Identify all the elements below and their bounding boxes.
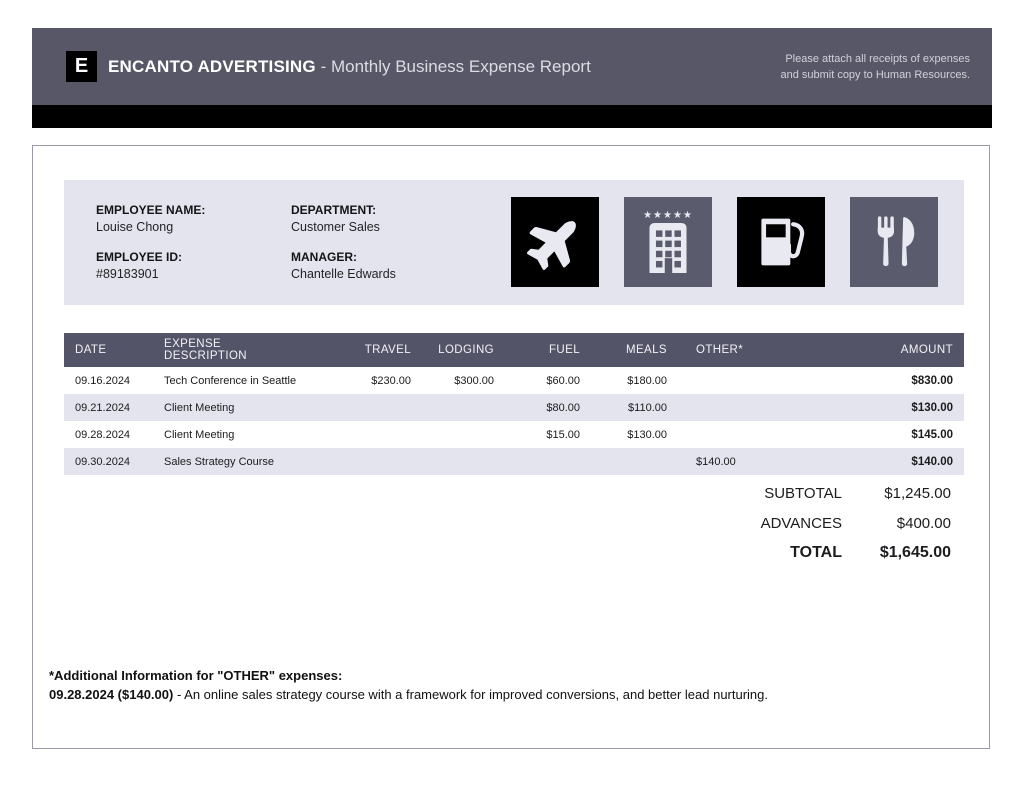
employee-id-value: #89183901 (96, 266, 291, 283)
department-value: Customer Sales (291, 219, 396, 236)
cell-description: Client Meeting (164, 429, 294, 441)
expense-category-icons: ★★★★★ (511, 197, 938, 287)
table-row: 09.16.2024 Tech Conference in Seattle $2… (64, 367, 964, 394)
table-row: 09.28.2024 Client Meeting $15.00 $130.00… (64, 421, 964, 448)
total-label: TOTAL (790, 544, 842, 562)
col-header-lodging: LODGING (411, 344, 494, 356)
col-header-description: EXPENSE DESCRIPTION (164, 338, 294, 362)
header-banner: E ENCANTO ADVERTISING - Monthly Business… (32, 28, 992, 105)
cell-description: Sales Strategy Course (164, 456, 294, 468)
cell-fuel: $80.00 (494, 402, 580, 414)
expense-table: DATE EXPENSE DESCRIPTION TRAVEL LODGING … (64, 333, 964, 475)
manager-value: Chantelle Edwards (291, 266, 396, 283)
total-value: $1,645.00 (842, 544, 964, 562)
employee-name-label: EMPLOYEE NAME: (96, 202, 291, 219)
plane-icon (511, 197, 599, 287)
cell-description: Tech Conference in Seattle (164, 375, 294, 387)
hotel-icon: ★★★★★ (624, 197, 712, 287)
col-header-meals: MEALS (580, 344, 667, 356)
cell-other: $140.00 (667, 456, 814, 468)
subtotal-row: SUBTOTAL $1,245.00 (64, 478, 964, 508)
totals-summary: SUBTOTAL $1,245.00 ADVANCES $400.00 TOTA… (64, 478, 964, 568)
table-row: 09.21.2024 Client Meeting $80.00 $110.00… (64, 394, 964, 421)
hotel-stars: ★★★★★ (643, 211, 693, 221)
cell-meals: $130.00 (580, 429, 667, 441)
footnote-entry-text: - An online sales strategy course with a… (173, 687, 768, 702)
cell-amount: $140.00 (814, 456, 964, 468)
divider-bar (32, 105, 992, 128)
subtotal-value: $1,245.00 (842, 485, 964, 502)
employee-name-field: EMPLOYEE NAME: Louise Chong (96, 202, 291, 236)
cell-date: 09.21.2024 (64, 402, 164, 414)
cell-date: 09.28.2024 (64, 429, 164, 441)
company-logo: E (66, 51, 97, 82)
report-card: EMPLOYEE NAME: Louise Chong DEPARTMENT: … (32, 145, 990, 749)
employee-id-field: EMPLOYEE ID: #89183901 (96, 249, 291, 283)
col-header-date: DATE (64, 344, 164, 356)
other-expenses-footnote: *Additional Information for "OTHER" expe… (49, 666, 768, 704)
cell-date: 09.16.2024 (64, 375, 164, 387)
company-name: ENCANTO ADVERTISING (108, 57, 316, 76)
cell-amount: $830.00 (814, 375, 964, 387)
manager-label: MANAGER: (291, 249, 396, 266)
employee-panel: EMPLOYEE NAME: Louise Chong DEPARTMENT: … (64, 180, 964, 305)
cell-amount: $130.00 (814, 402, 964, 414)
cell-travel: $230.00 (294, 375, 411, 387)
cell-meals: $110.00 (580, 402, 667, 414)
employee-id-label: EMPLOYEE ID: (96, 249, 291, 266)
total-row: TOTAL $1,645.00 (64, 538, 964, 568)
cell-lodging: $300.00 (411, 375, 494, 387)
fuel-pump-icon-glyph (753, 213, 809, 271)
header-note: Please attach all receipts of expenses a… (780, 51, 970, 83)
table-header-row: DATE EXPENSE DESCRIPTION TRAVEL LODGING … (64, 333, 964, 367)
cell-description: Client Meeting (164, 402, 294, 414)
col-header-fuel: FUEL (494, 344, 580, 356)
footnote-heading: *Additional Information for "OTHER" expe… (49, 666, 768, 685)
col-header-other: OTHER* (667, 344, 814, 356)
header-note-line1: Please attach all receipts of expenses (780, 51, 970, 67)
cell-meals: $180.00 (580, 375, 667, 387)
advances-value: $400.00 (842, 515, 964, 532)
manager-field: MANAGER: Chantelle Edwards (291, 249, 396, 283)
cell-fuel: $60.00 (494, 375, 580, 387)
employee-name-value: Louise Chong (96, 219, 291, 236)
cell-date: 09.30.2024 (64, 456, 164, 468)
cell-amount: $145.00 (814, 429, 964, 441)
footnote-entry-date: 09.28.2024 ($140.00) (49, 687, 173, 702)
col-header-travel: TRAVEL (294, 344, 411, 356)
hotel-icon-glyph (642, 223, 694, 273)
employee-info: EMPLOYEE NAME: Louise Chong DEPARTMENT: … (96, 202, 396, 296)
department-label: DEPARTMENT: (291, 202, 396, 219)
report-subtitle: - Monthly Business Expense Report (321, 57, 591, 76)
cell-fuel: $15.00 (494, 429, 580, 441)
advances-row: ADVANCES $400.00 (64, 508, 964, 538)
page-title: ENCANTO ADVERTISING - Monthly Business E… (108, 57, 591, 77)
plane-icon-glyph (515, 202, 594, 281)
subtotal-label: SUBTOTAL (764, 485, 842, 502)
header-note-line2: and submit copy to Human Resources. (780, 67, 970, 83)
advances-label: ADVANCES (761, 515, 842, 532)
fuel-pump-icon (737, 197, 825, 287)
department-field: DEPARTMENT: Customer Sales (291, 202, 396, 236)
footnote-entry: 09.28.2024 ($140.00) - An online sales s… (49, 685, 768, 704)
table-row: 09.30.2024 Sales Strategy Course $140.00… (64, 448, 964, 475)
utensils-icon-glyph (871, 213, 917, 271)
col-header-amount: AMOUNT (814, 344, 964, 356)
utensils-icon (850, 197, 938, 287)
